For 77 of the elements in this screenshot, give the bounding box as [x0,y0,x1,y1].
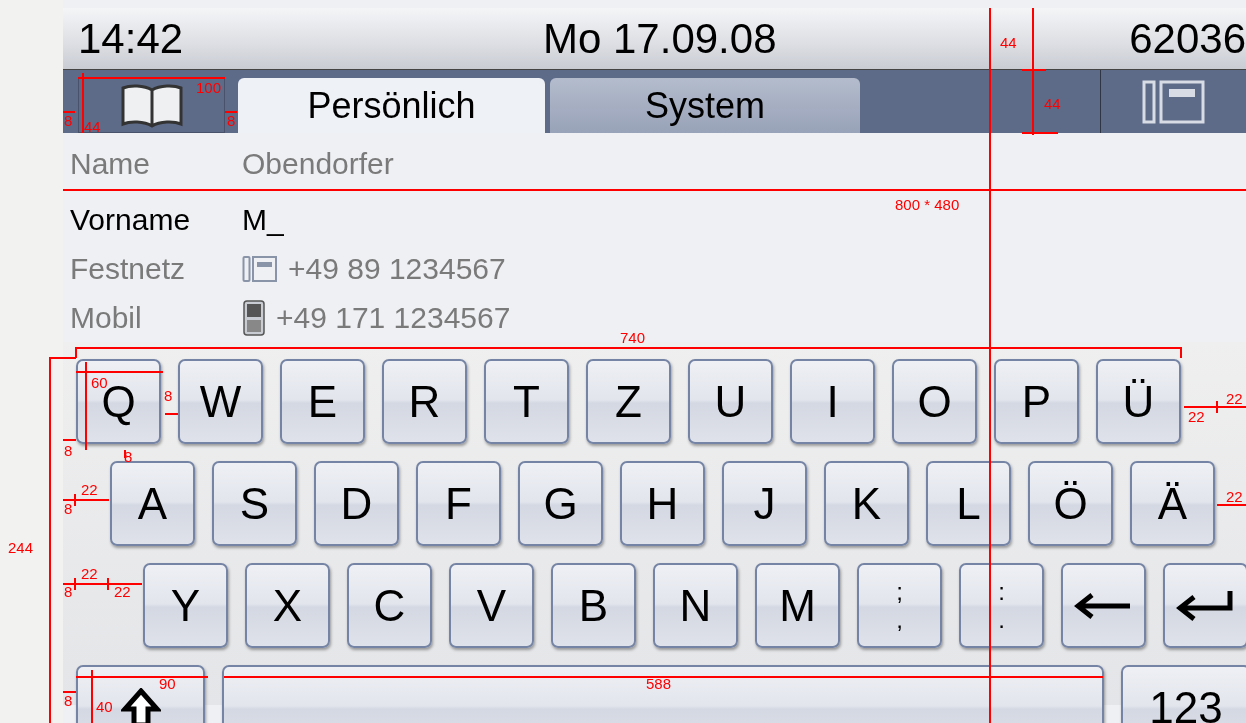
phonebook-button[interactable] [78,78,225,133]
dimension-label: 100 [196,80,222,96]
keyboard-key[interactable]: W [178,359,263,444]
keyboard-key[interactable]: O [892,359,977,444]
keyboard-key[interactable]: F [416,461,501,546]
keyboard-key[interactable]: Y [143,563,228,648]
punctuation-key[interactable]: ; , [857,563,942,648]
mobile-phone-icon [242,299,266,336]
keyboard-key[interactable]: S [212,461,297,546]
keyboard-key[interactable]: Z [586,359,671,444]
dimension-label: 740 [620,330,646,346]
keyboard-key[interactable]: K [824,461,909,546]
dimension-label: 244 [8,540,34,556]
enter-key[interactable] [1163,563,1246,648]
field-label: Festnetz [69,251,187,286]
field-value[interactable]: +49 171 1234567 [276,300,511,335]
keyboard-key[interactable]: J [722,461,807,546]
dimension-label: 8 [64,501,73,517]
field-value[interactable]: +49 89 1234567 [288,251,506,286]
field-label: Vorname [69,202,192,237]
dimension-label: 22 [1226,391,1243,407]
keyboard-key[interactable]: G [518,461,603,546]
field-value[interactable]: Obendorfer [242,147,394,181]
dimension-label: 60 [91,375,108,391]
field-label: Mobil [69,300,143,335]
keyboard-key[interactable]: M [755,563,840,648]
backspace-key[interactable] [1061,563,1146,648]
card-icon [1141,78,1206,125]
dimension-label: 800 * 480 [895,197,960,213]
shift-arrow-icon [120,687,161,723]
keyboard-key[interactable]: H [620,461,705,546]
keyboard-key[interactable]: Ü [1096,359,1181,444]
dimension-label: 22 [81,566,98,582]
dimension-label: 8 [164,388,173,404]
keyboard-key[interactable]: P [994,359,1079,444]
keyboard-key[interactable]: 123 [1121,665,1246,723]
dimension-label: 8 [64,693,73,709]
keyboard-key[interactable]: Ö [1028,461,1113,546]
keyboard-key[interactable]: E [280,359,365,444]
date-text: Mo 17.09.08 [543,14,777,63]
keyboard-key[interactable]: R [382,359,467,444]
dimension-label: 40 [96,699,113,715]
keyboard-key[interactable]: Ä [1130,461,1215,546]
field-value[interactable]: M_ [242,202,284,237]
dimension-label: 44 [84,119,101,135]
dimension-label: 22 [1188,409,1205,425]
dimension-label: 22 [114,584,131,600]
dimension-label: 8 [64,584,73,600]
dimension-label: 8 [64,113,73,129]
keyboard-key[interactable]: U [688,359,773,444]
keyboard-key[interactable]: N [653,563,738,648]
keyboard-key[interactable]: V [449,563,534,648]
tab[interactable]: System [550,78,860,133]
book-icon [119,81,184,130]
return-arrow-icon [1175,588,1236,623]
card-icon [242,254,278,283]
tab[interactable]: Persönlich [238,78,545,133]
dimension-label: 8 [64,443,73,459]
keyboard-key[interactable]: D [314,461,399,546]
punctuation-key[interactable]: : . [959,563,1044,648]
dimension-label: 22 [81,482,98,498]
dimension-label: 44 [1044,96,1061,112]
extension-number: 62036 [1129,14,1246,63]
keyboard-key[interactable]: B [551,563,636,648]
dimension-label: 44 [1000,35,1017,51]
keyboard-key[interactable]: I [790,359,875,444]
dimension-label: 588 [646,676,672,692]
dimension-label: 8 [227,113,236,129]
keyboard-key[interactable]: X [245,563,330,648]
keyboard-key[interactable]: A [110,461,195,546]
field-label: Name [69,147,152,181]
keyboard-key[interactable]: L [926,461,1011,546]
clock-time: 14:42 [78,14,185,63]
dimension-label: 22 [1226,489,1243,505]
keyboard-key[interactable]: T [484,359,569,444]
dimension-label: 90 [159,676,176,692]
keyboard-key[interactable]: C [347,563,432,648]
